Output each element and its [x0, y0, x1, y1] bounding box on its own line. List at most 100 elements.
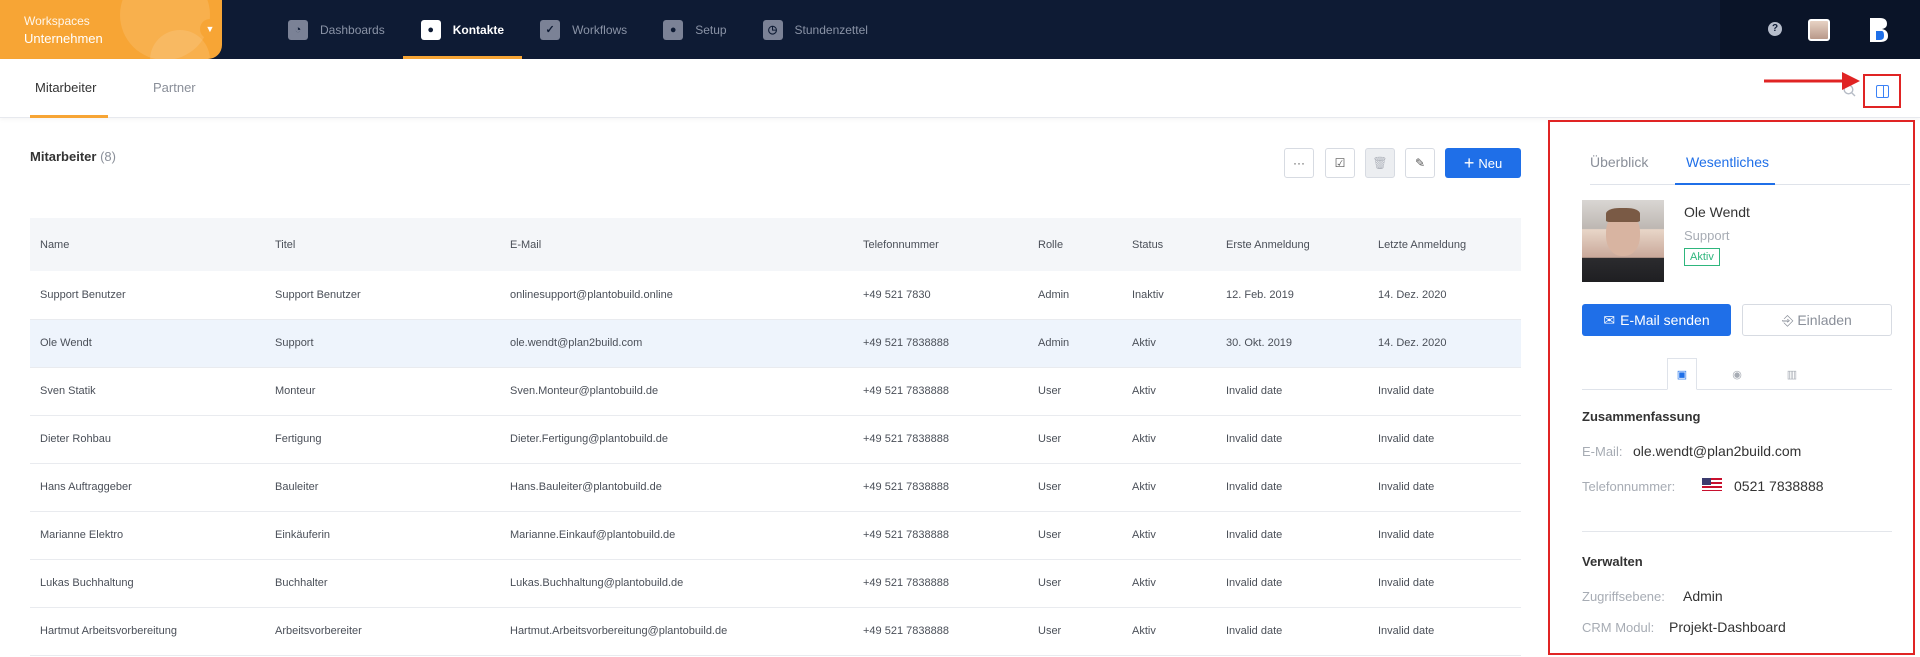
table-cell: Support Benutzer — [275, 288, 361, 301]
nav-label: Stundenzettel — [794, 22, 868, 37]
column-header[interactable]: Telefonnummer — [853, 218, 1028, 271]
column-header[interactable]: Name — [30, 218, 265, 271]
column-header[interactable]: Letzte Anmeldung — [1368, 218, 1521, 271]
table-cell: Invalid date — [1378, 385, 1435, 397]
table-cell: +49 521 7838888 — [863, 529, 949, 541]
table-row[interactable]: Lukas Buchhaltung Buchhalter Lukas.Buchhal… — [30, 559, 1521, 607]
contact-card-icon[interactable]: ▣ — [1667, 358, 1697, 390]
help-icon[interactable]: ? — [1768, 22, 1782, 36]
table-header-row: Name Titel E-Mail Telefonnummer Rolle St… — [30, 218, 1521, 271]
table-cell: Lukas Buchhaltung — [40, 577, 134, 589]
table-cell: 14. Dez. 2020 — [1378, 288, 1447, 301]
table-cell: Hartmut Arbeitsvorbereitung — [40, 625, 177, 637]
user-avatar[interactable] — [1808, 19, 1830, 41]
profile-name: Ole Wendt — [1684, 204, 1750, 220]
table-row[interactable]: Ole Wendt Support ole.wendt@plan2build.com… — [30, 319, 1521, 367]
workspace-value: Unternehmen — [24, 31, 103, 46]
table-row[interactable]: Hans Auftraggeber Bauleiter Hans.Bauleiter… — [30, 463, 1521, 511]
table-row[interactable]: Dieter Rohbau Fertigung Dieter.Fertigung@p… — [30, 415, 1521, 463]
table-cell: Arbeitsvorbereiter — [275, 625, 362, 637]
table-cell: Marianne.Einkauf@plantobuild.de — [510, 529, 676, 541]
tab-mitarbeiter[interactable]: Mitarbeiter — [35, 80, 96, 95]
nav-workflows[interactable]: ✓ Workflows — [522, 0, 645, 59]
table-cell: User — [1038, 481, 1062, 493]
nav-label: Workflows — [572, 22, 628, 37]
list-count: (8) — [100, 149, 116, 164]
table-cell: +49 521 7838888 — [863, 625, 949, 637]
table-cell: Invalid date — [1226, 577, 1283, 589]
profile-photo — [1582, 200, 1664, 282]
phone-value[interactable]: 0521 7838888 — [1734, 478, 1824, 494]
trash-icon: 🗑 — [1372, 156, 1388, 170]
table-cell: +49 521 7838888 — [863, 385, 949, 397]
section-divider — [1582, 531, 1892, 532]
nav-dashboards[interactable]: ◔ Dashboards — [270, 0, 403, 59]
panel-toggle-icon — [1875, 84, 1889, 98]
column-header[interactable]: Erste Anmeldung — [1216, 218, 1368, 271]
table-cell: User — [1038, 577, 1062, 589]
table-cell: Support — [275, 337, 314, 349]
table-cell: Invalid date — [1378, 529, 1435, 541]
list-title: Mitarbeiter (8) — [30, 149, 116, 164]
send-email-button[interactable]: ✉ E-Mail senden — [1582, 304, 1731, 336]
active-tab-indicator — [1675, 183, 1775, 185]
top-navigation-bar: Workspaces Unternehmen ▼ ◔ Dashboards ● … — [0, 0, 1920, 59]
main-nav: ◔ Dashboards ● Kontakte ✓ Workflows ● Se… — [270, 0, 886, 59]
tab-partner[interactable]: Partner — [153, 80, 196, 95]
table-row[interactable]: Support Benutzer Support Benutzer onlinesu… — [30, 271, 1521, 319]
table-cell: User — [1038, 625, 1062, 637]
select-button[interactable]: ☑ — [1325, 148, 1355, 178]
table-row[interactable]: Marianne Elektro Einkäuferin Marianne.Eink… — [30, 511, 1521, 559]
tab-overview[interactable]: Überblick — [1590, 154, 1648, 170]
table-cell: Marianne Elektro — [40, 529, 124, 541]
column-header[interactable]: E-Mail — [500, 218, 853, 271]
table-cell: Support Benutzer — [40, 288, 126, 301]
location-pin-icon[interactable]: ◉ — [1722, 358, 1752, 390]
table-cell: Invalid date — [1378, 577, 1435, 589]
employee-table: Name Titel E-Mail Telefonnummer Rolle St… — [30, 218, 1521, 656]
more-options-button[interactable]: ··· — [1284, 148, 1314, 178]
workflow-icon: ✓ — [540, 19, 561, 40]
table-cell: Hartmut.Arbeitsvorbereitung@plantobuild.… — [510, 625, 728, 637]
table-cell: Admin — [1038, 337, 1070, 349]
workspace-switcher[interactable]: Workspaces Unternehmen — [0, 0, 222, 59]
active-tab-indicator — [30, 115, 108, 118]
annotation-arrow — [1764, 72, 1860, 90]
nav-setup[interactable]: ● Setup — [645, 0, 744, 59]
table-cell: Sven Statik — [40, 385, 96, 397]
nav-label: Dashboards — [320, 22, 385, 37]
side-panel-toggle-button[interactable] — [1863, 74, 1901, 108]
new-button[interactable]: + Neu — [1445, 148, 1521, 178]
nav-kontakte[interactable]: ● Kontakte — [402, 0, 523, 59]
detail-icon-tabs: ▣ ◉ ▥ — [1582, 358, 1892, 390]
table-cell: 14. Dez. 2020 — [1378, 337, 1447, 349]
timesheet-icon: ◷ — [762, 19, 783, 40]
table-cell: Inaktiv — [1132, 288, 1164, 301]
table-cell: +49 521 7838888 — [863, 433, 949, 445]
table-cell: Invalid date — [1226, 481, 1283, 493]
table-cell: User — [1038, 385, 1062, 397]
invite-button[interactable]: ⎆ Einladen — [1742, 304, 1892, 336]
column-header[interactable]: Status — [1122, 218, 1216, 271]
delete-button[interactable]: 🗑 — [1365, 148, 1395, 178]
building-icon[interactable]: ▥ — [1777, 358, 1807, 390]
edit-button[interactable]: ✎ — [1405, 148, 1435, 178]
email-value[interactable]: ole.wendt@plan2build.com — [1633, 443, 1801, 459]
tab-essentials[interactable]: Wesentliches — [1686, 154, 1769, 170]
chevron-down-icon[interactable]: ▼ — [200, 19, 220, 39]
workspace-label: Workspaces — [24, 14, 90, 28]
table-cell: +49 521 7838888 — [863, 481, 949, 493]
edit-icon: ✎ — [1414, 156, 1426, 170]
table-row[interactable]: Sven Statik Monteur Sven.Monteur@plantobui… — [30, 367, 1521, 415]
table-cell: +49 521 7838888 — [863, 337, 949, 349]
nav-label: Setup — [695, 22, 727, 37]
nav-stundenzettel[interactable]: ◷ Stundenzettel — [745, 0, 886, 59]
table-cell: Dieter Rohbau — [40, 433, 111, 445]
table-cell: User — [1038, 433, 1062, 445]
table-row[interactable]: Hartmut Arbeitsvorbereitung Arbeitsvorber… — [30, 607, 1521, 655]
column-header[interactable]: Titel — [265, 218, 500, 271]
table-cell: ole.wendt@plan2build.com — [510, 337, 643, 349]
column-header[interactable]: Rolle — [1028, 218, 1122, 271]
table-cell: Aktiv — [1132, 577, 1156, 589]
table-cell: Bauleiter — [275, 481, 319, 493]
